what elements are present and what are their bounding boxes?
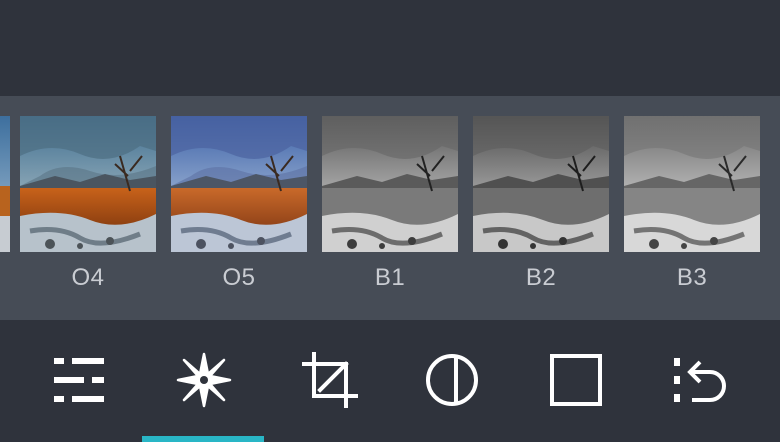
crop-icon: [302, 352, 358, 408]
adjust-button[interactable]: [48, 348, 112, 412]
filter-thumb-o5[interactable]: O5: [171, 116, 307, 292]
filter-preview-image: [473, 116, 609, 252]
filter-preview-image: [20, 116, 156, 252]
filter-label: B3: [676, 264, 708, 291]
frame-button[interactable]: [544, 348, 608, 412]
filter-label: O5: [222, 264, 256, 291]
filter-thumb-b3[interactable]: B3: [624, 116, 760, 292]
frame-square-icon: [550, 354, 602, 406]
filter-preview-image: [171, 116, 307, 252]
filter-thumb-b2[interactable]: B2: [473, 116, 609, 292]
filter-thumb-b1[interactable]: B1: [322, 116, 458, 292]
filter-label: B2: [525, 264, 557, 291]
filter-preview-image: [0, 116, 10, 252]
active-tab-indicator: [142, 436, 264, 442]
bottom-toolbar: [0, 320, 780, 442]
filter-preview-image: [322, 116, 458, 252]
undo-button[interactable]: [668, 348, 732, 412]
adjust-sliders-icon: [54, 358, 104, 402]
crop-button[interactable]: [298, 348, 362, 412]
filter-thumb-partial[interactable]: [0, 116, 10, 252]
filters-button[interactable]: [172, 348, 236, 412]
contrast-circle-icon: [426, 354, 478, 406]
contrast-button[interactable]: [420, 348, 484, 412]
undo-icon: [674, 358, 726, 402]
top-bar: [0, 0, 780, 96]
filter-thumb-o4[interactable]: O4: [20, 116, 156, 292]
filter-preview-image: [624, 116, 760, 252]
filters-sparkle-icon: [176, 352, 232, 408]
filter-label: B1: [374, 264, 406, 291]
filter-label: O4: [71, 264, 105, 291]
filter-strip[interactable]: O4 O5 B1 B2 B3: [0, 96, 780, 320]
